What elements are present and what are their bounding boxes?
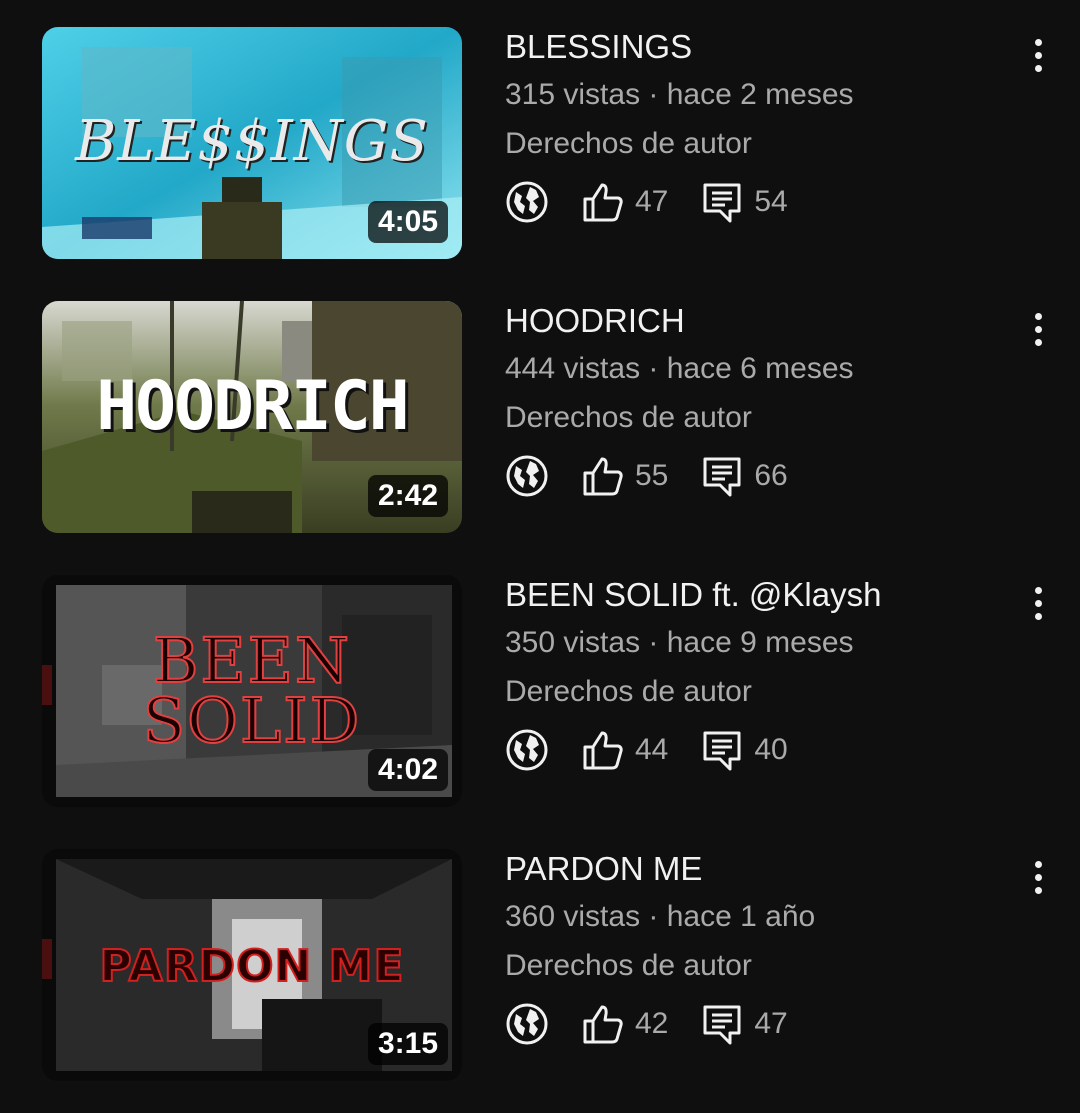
video-item[interactable]: HOODRICH 2:42 HOODRICH 444 vistas · hace… [0, 301, 1080, 533]
duration-badge: 4:05 [367, 201, 448, 243]
video-info: PARDON ME 360 vistas · hace 1 año Derech… [505, 849, 985, 1046]
view-count: 350 vistas [505, 626, 641, 659]
upload-age: hace 6 meses [666, 352, 854, 385]
more-vert-icon[interactable] [1022, 581, 1054, 625]
copyright-label[interactable]: Derechos de autor [505, 399, 985, 437]
copyright-label[interactable]: Derechos de autor [505, 947, 985, 985]
thumbs-up-icon [583, 1005, 623, 1044]
thumbnail-title-art: PARDON ME [98, 940, 405, 993]
comment-icon [703, 457, 741, 497]
video-meta: 444 vistas · hace 6 meses [505, 352, 854, 385]
comment-icon [703, 1005, 741, 1045]
duration-badge: 3:15 [367, 1023, 448, 1065]
video-title[interactable]: PARDON ME [505, 849, 985, 889]
video-item[interactable]: BEEN SOLID 4:02 BEEN SOLID ft. @Klaysh 35… [0, 575, 1080, 807]
video-thumbnail[interactable]: BLE$$INGS 4:05 [42, 27, 462, 259]
likes-count: 47 [635, 185, 669, 218]
likes-count: 42 [635, 1007, 669, 1040]
video-title[interactable]: HOODRICH [505, 301, 985, 341]
duration-badge: 4:02 [367, 749, 448, 791]
visibility-status [505, 728, 549, 772]
likes-stat: 42 [581, 1002, 668, 1046]
comments-stat: 47 [700, 1002, 788, 1046]
likes-stat: 47 [581, 180, 668, 224]
video-title[interactable]: BEEN SOLID ft. @Klaysh [505, 575, 985, 615]
comments-count: 40 [754, 733, 788, 766]
visibility-status [505, 454, 549, 498]
comments-count: 47 [754, 1007, 788, 1040]
video-stats: 55 66 [505, 454, 985, 498]
globe-icon [506, 1003, 548, 1045]
thumbnail-title-art: HOODRICH [96, 367, 410, 446]
copyright-label[interactable]: Derechos de autor [505, 673, 985, 711]
video-info: BEEN SOLID ft. @Klaysh 350 vistas · hace… [505, 575, 985, 772]
video-list: BLE$$INGS 4:05 BLESSINGS 315 vistas · ha… [0, 0, 1080, 1113]
comments-stat: 54 [700, 180, 788, 224]
duration-badge: 2:42 [367, 475, 448, 517]
thumbs-up-icon [583, 183, 623, 222]
likes-count: 44 [635, 733, 669, 766]
more-vert-icon[interactable] [1022, 33, 1054, 77]
video-item[interactable]: BLE$$INGS 4:05 BLESSINGS 315 vistas · ha… [0, 27, 1080, 259]
view-count: 360 vistas [505, 900, 641, 933]
comments-count: 66 [754, 459, 788, 492]
likes-count: 55 [635, 459, 669, 492]
video-thumbnail[interactable]: PARDON ME 3:15 [42, 849, 462, 1081]
thumbs-up-icon [583, 457, 623, 496]
upload-age: hace 1 año [666, 900, 816, 933]
video-thumbnail[interactable]: BEEN SOLID 4:02 [42, 575, 462, 807]
video-info: HOODRICH 444 vistas · hace 6 meses Derec… [505, 301, 985, 498]
view-count: 315 vistas [505, 78, 641, 111]
video-thumbnail[interactable]: HOODRICH 2:42 [42, 301, 462, 533]
comments-count: 54 [754, 185, 788, 218]
video-stats: 47 54 [505, 180, 985, 224]
globe-icon [506, 181, 548, 223]
video-item[interactable]: PARDON ME 3:15 PARDON ME 360 vistas · ha… [0, 849, 1080, 1081]
video-stats: 42 47 [505, 1002, 985, 1046]
thumbs-up-icon [583, 731, 623, 770]
upload-age: hace 9 meses [666, 626, 854, 659]
thumbnail-title-art: BLE$$INGS [75, 109, 429, 174]
view-count: 444 vistas [505, 352, 641, 385]
globe-icon [506, 729, 548, 771]
likes-stat: 44 [581, 728, 668, 772]
comment-icon [703, 731, 741, 771]
comment-icon [703, 183, 741, 223]
copyright-label[interactable]: Derechos de autor [505, 125, 985, 163]
video-meta: 315 vistas · hace 2 meses [505, 78, 854, 111]
more-vert-icon[interactable] [1022, 307, 1054, 351]
video-info: BLESSINGS 315 vistas · hace 2 meses Dere… [505, 27, 985, 224]
video-stats: 44 40 [505, 728, 985, 772]
likes-stat: 55 [581, 454, 668, 498]
upload-age: hace 2 meses [666, 78, 854, 111]
video-title[interactable]: BLESSINGS [505, 27, 985, 67]
visibility-status [505, 180, 549, 224]
video-meta: 360 vistas · hace 1 año [505, 900, 816, 933]
globe-icon [506, 455, 548, 497]
more-vert-icon[interactable] [1022, 855, 1054, 899]
thumbnail-title-art: BEEN SOLID [142, 624, 362, 757]
comments-stat: 66 [700, 454, 788, 498]
visibility-status [505, 1002, 549, 1046]
comments-stat: 40 [700, 728, 788, 772]
video-meta: 350 vistas · hace 9 meses [505, 626, 854, 659]
